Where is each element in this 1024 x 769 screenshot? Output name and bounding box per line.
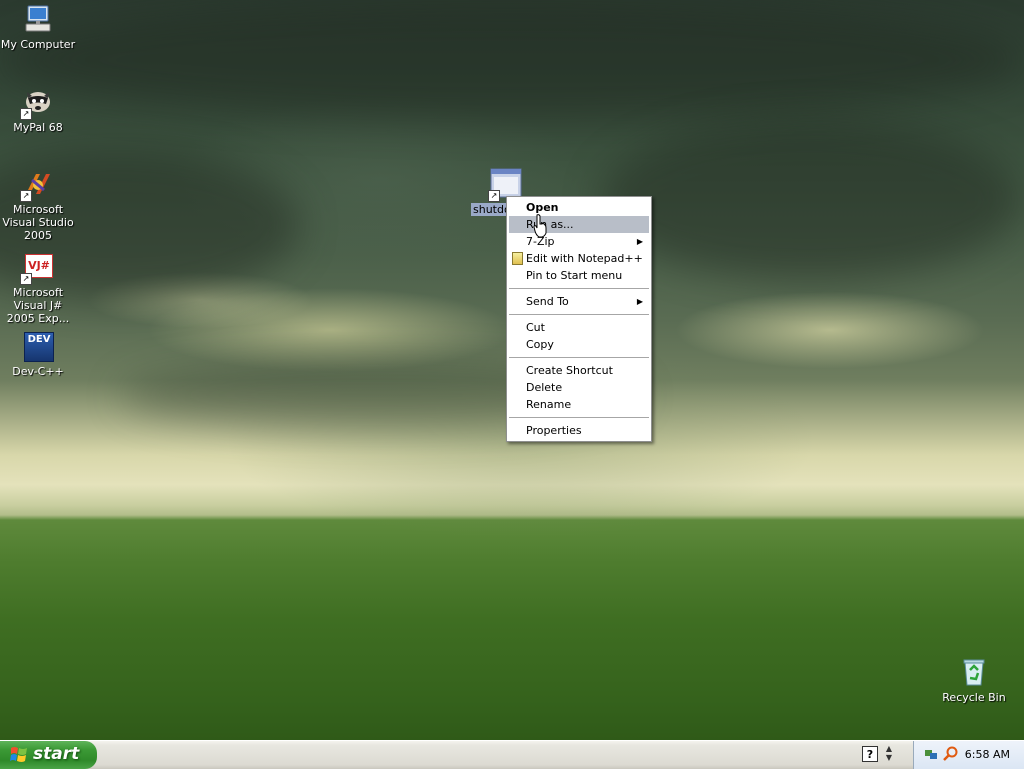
vj-sharp-icon: VJ# ↗: [20, 251, 54, 285]
menu-separator: [509, 314, 649, 315]
visual-studio-icon: ↗: [20, 168, 54, 202]
submenu-arrow-icon: ▶: [636, 297, 643, 306]
submenu-arrow-icon: ▶: [636, 237, 643, 246]
visual-studio-2005-icon[interactable]: ↗ Microsoft Visual Studio 2005: [0, 168, 78, 242]
shortcut-arrow-icon: ↗: [20, 273, 32, 285]
quicklaunch-expand-icon[interactable]: ▲ ▼: [884, 744, 894, 762]
menu-item-open[interactable]: Open: [509, 199, 649, 216]
raccoon-icon: ↗: [20, 86, 54, 120]
menu-item-create-shortcut[interactable]: Create Shortcut: [509, 362, 649, 379]
shortcut-arrow-icon: ↗: [20, 190, 32, 202]
menu-item-7zip[interactable]: 7-Zip ▶: [509, 233, 649, 250]
recycle-bin-bin-icon: [958, 656, 990, 688]
menu-item-copy[interactable]: Copy: [509, 336, 649, 353]
menu-item-edit-notepadpp[interactable]: Edit with Notepad++: [509, 250, 649, 267]
clock[interactable]: 6:58 AM: [965, 748, 1010, 761]
menu-item-rename[interactable]: Rename: [509, 396, 649, 413]
menu-separator: [509, 357, 649, 358]
desktop-icon-label: Dev-C++: [12, 365, 64, 378]
dev-cpp-icon[interactable]: DEV Dev-C++: [0, 330, 78, 378]
system-tray: 6:58 AM: [913, 741, 1024, 769]
network-icon[interactable]: [924, 747, 938, 761]
my-computer-icon[interactable]: My Computer: [0, 3, 78, 51]
computer-icon: [22, 3, 54, 35]
mouse-pointer-icon: [533, 214, 547, 238]
shortcut-arrow-icon: ↗: [488, 190, 500, 202]
desktop-icon-label: My Computer: [0, 38, 76, 51]
menu-item-properties[interactable]: Properties: [509, 422, 649, 439]
mypal-icon[interactable]: ↗ MyPal 68: [0, 86, 78, 134]
menu-item-cut[interactable]: Cut: [509, 319, 649, 336]
desktop-icon-label: Microsoft Visual J# 2005 Exp...: [6, 286, 70, 325]
menu-item-send-to[interactable]: Send To ▶: [509, 293, 649, 310]
shortcut-arrow-icon: ↗: [20, 108, 32, 120]
desktop-icon-label: MyPal 68: [13, 121, 63, 134]
help-icon[interactable]: ?: [862, 746, 878, 762]
menu-separator: [509, 417, 649, 418]
dev-badge: DEV: [24, 332, 54, 362]
menu-item-pin-start[interactable]: Pin to Start menu: [509, 267, 649, 284]
visual-jsharp-2005-icon[interactable]: VJ# ↗ Microsoft Visual J# 2005 Exp...: [0, 251, 78, 325]
start-button[interactable]: start: [0, 741, 97, 769]
desktop-icon-label: Recycle Bin: [942, 691, 1006, 704]
search-icon[interactable]: [943, 746, 959, 762]
context-menu: Open Run as... 7-Zip ▶ Edit with Notepad+…: [506, 196, 652, 442]
menu-item-run-as[interactable]: Run as...: [509, 216, 649, 233]
desktop-icon-label: Microsoft Visual Studio 2005: [2, 203, 74, 242]
recycle-bin-icon[interactable]: Recycle Bin: [934, 656, 1014, 704]
notepadpp-icon: [512, 252, 523, 265]
taskbar: start ? ▲ ▼ 6:58 AM: [0, 740, 1024, 769]
start-label: start: [33, 744, 80, 764]
menu-separator: [509, 288, 649, 289]
menu-item-delete[interactable]: Delete: [509, 379, 649, 396]
dev-cpp-app-icon: DEV: [22, 330, 54, 362]
windows-logo-icon: [10, 747, 27, 762]
